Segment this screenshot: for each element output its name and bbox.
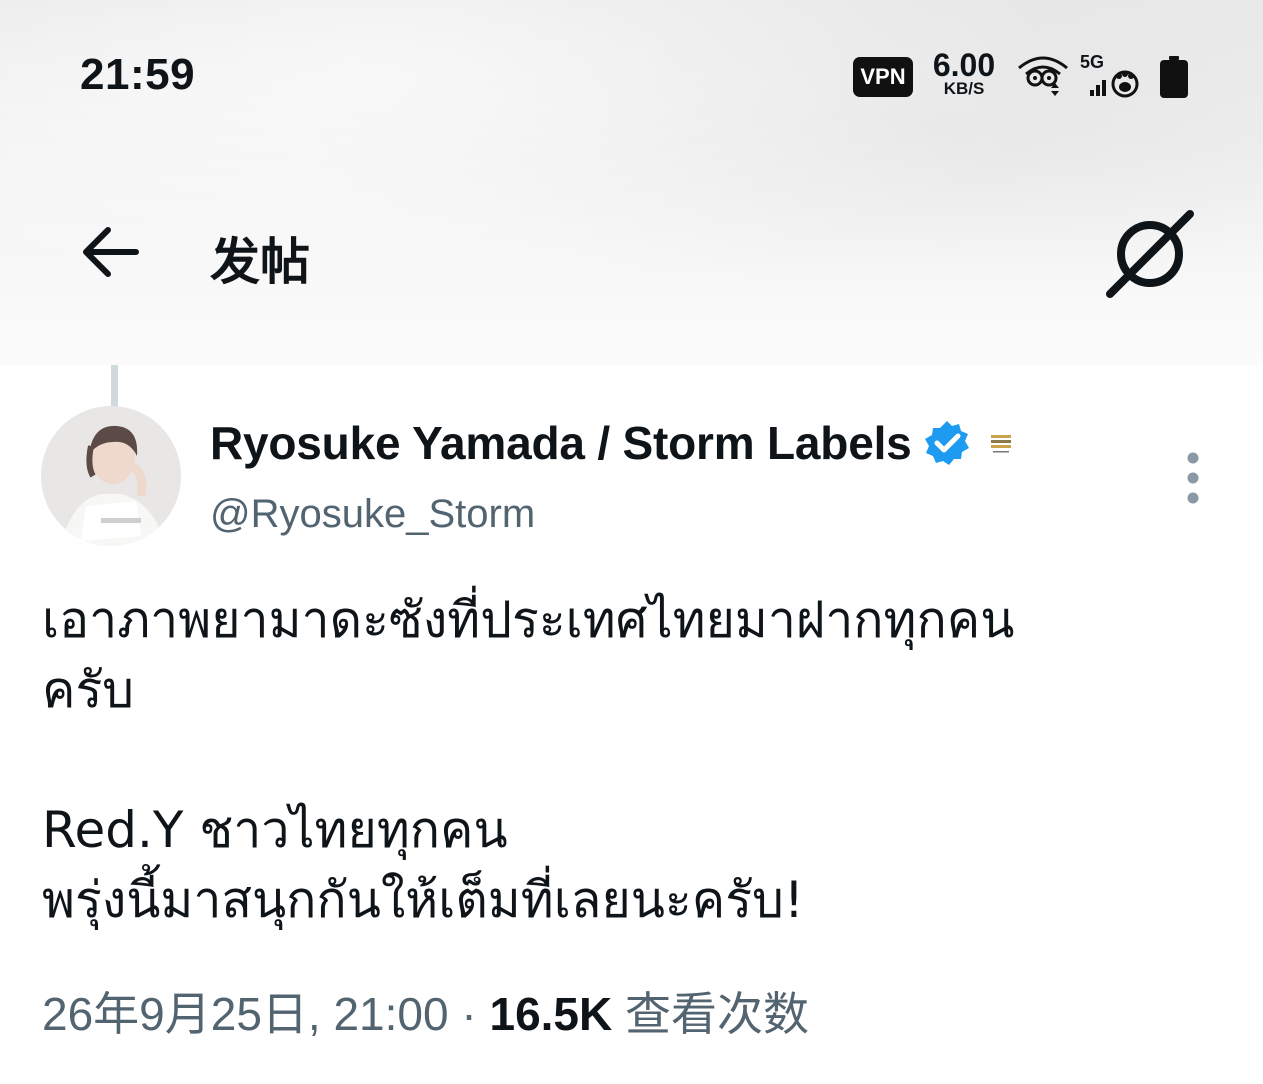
grok-icon[interactable] [1104, 208, 1196, 300]
views-count: 16.5K [489, 988, 613, 1040]
vpn-badge: VPN [853, 57, 913, 97]
tweet-meta: 26年9月25日, 21:00 · 16.5K 查看次数 [42, 978, 809, 1044]
wifi-icon [1013, 50, 1073, 98]
display-name[interactable]: Ryosuke Yamada / Storm Labels [210, 416, 912, 470]
meta-separator: · [448, 988, 490, 1040]
tweet-timestamp[interactable]: 26年9月25日, 21:00 [42, 988, 449, 1040]
status-time: 21:59 [80, 50, 196, 99]
back-arrow-icon[interactable] [78, 220, 142, 284]
author-name-row[interactable]: Ryosuke Yamada / Storm Labels [210, 413, 1016, 473]
tweet-paragraph-2: Red.Y ชาวไทยทุกคน พรุ่งนี้มาสนุกกันให้เต… [42, 801, 804, 929]
avatar[interactable] [41, 406, 181, 546]
network-speed: 6.00 KB/S [928, 47, 1000, 97]
network-speed-value: 6.00 [932, 47, 996, 83]
page-title: 发帖 [210, 234, 310, 290]
affiliate-badge-icon[interactable] [985, 430, 1016, 456]
verified-badge-icon [924, 421, 969, 465]
cellular-signal: 5G [1078, 52, 1144, 100]
network-type: 5G [1080, 52, 1105, 72]
thread-line [111, 365, 118, 407]
tweet-paragraph-1: เอาภาพยามาดะซังที่ประเทศไทยมาฝากทุกคน คร… [42, 591, 1015, 719]
more-options-icon[interactable] [1176, 446, 1210, 510]
user-handle[interactable]: @Ryosuke_Storm [210, 492, 535, 537]
views-label: 查看次数 [612, 988, 810, 1040]
tweet-text: เอาภาพยามาดะซังที่ประเทศไทยมาฝากทุกคน คร… [42, 585, 1232, 935]
battery-icon [1160, 56, 1188, 98]
